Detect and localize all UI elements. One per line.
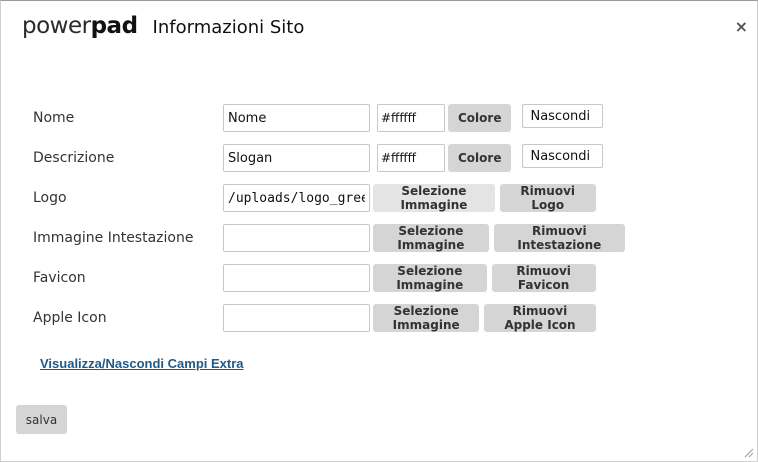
field-label-header-image: Immagine Intestazione bbox=[33, 230, 194, 246]
header-image-select-button[interactable]: Selezione Immagine bbox=[373, 224, 489, 252]
header-image-remove-button[interactable]: Rimuovi Intestazione bbox=[493, 224, 625, 252]
apple-icon-path-input[interactable] bbox=[223, 304, 370, 332]
field-row-descrizione: Descrizione Colore Nascondi bbox=[33, 143, 604, 183]
nome-input[interactable] bbox=[223, 104, 370, 132]
nome-hide-toggle[interactable]: Nascondi bbox=[522, 104, 604, 128]
field-controls-apple-icon: Selezione Immagine Rimuovi Apple Icon bbox=[223, 303, 596, 333]
logo-path-input[interactable] bbox=[223, 184, 370, 212]
dialog-title: Informazioni Sito bbox=[152, 17, 305, 38]
brand-logo-power: power bbox=[22, 13, 91, 39]
logo-remove-button[interactable]: Rimuovi Logo bbox=[499, 184, 596, 212]
favicon-path-input[interactable] bbox=[223, 264, 370, 292]
field-row-favicon: Favicon Selezione Immagine Rimuovi Favic… bbox=[33, 263, 596, 303]
toggle-extra-fields-link[interactable]: Visualizza/Nascondi Campi Extra bbox=[40, 356, 244, 371]
favicon-select-button[interactable]: Selezione Immagine bbox=[373, 264, 487, 292]
field-label-descrizione: Descrizione bbox=[33, 150, 115, 166]
favicon-remove-button[interactable]: Rimuovi Favicon bbox=[491, 264, 596, 292]
field-row-apple-icon: Apple Icon Selezione Immagine Rimuovi Ap… bbox=[33, 303, 596, 343]
field-controls-descrizione: Colore Nascondi bbox=[223, 143, 604, 173]
site-info-dialog: powerpad Informazioni Sito × Nome Colore… bbox=[0, 0, 758, 462]
logo-select-image-button[interactable]: Selezione Immagine bbox=[373, 184, 495, 212]
descrizione-color-input[interactable] bbox=[377, 144, 445, 172]
header-image-path-input[interactable] bbox=[223, 224, 370, 252]
field-label-favicon: Favicon bbox=[33, 270, 86, 286]
dialog-header: power pad Informazioni Sito bbox=[22, 13, 304, 43]
close-icon[interactable]: × bbox=[735, 19, 748, 35]
save-button[interactable]: salva bbox=[16, 405, 67, 434]
resize-grip-icon[interactable] bbox=[744, 448, 754, 458]
field-controls-logo: Selezione Immagine Rimuovi Logo bbox=[223, 183, 596, 213]
field-controls-header-image: Selezione Immagine Rimuovi Intestazione bbox=[223, 223, 625, 253]
nome-color-button[interactable]: Colore bbox=[448, 104, 512, 132]
field-row-header-image: Immagine Intestazione Selezione Immagine… bbox=[33, 223, 625, 263]
apple-icon-remove-button[interactable]: Rimuovi Apple Icon bbox=[484, 304, 596, 332]
descrizione-input[interactable] bbox=[223, 144, 370, 172]
field-row-nome: Nome Colore Nascondi bbox=[33, 103, 604, 143]
field-controls-nome: Colore Nascondi bbox=[223, 103, 604, 133]
field-row-logo: Logo Selezione Immagine Rimuovi Logo bbox=[33, 183, 596, 223]
apple-icon-select-button[interactable]: Selezione Immagine bbox=[373, 304, 480, 332]
field-controls-favicon: Selezione Immagine Rimuovi Favicon bbox=[223, 263, 596, 293]
field-label-apple-icon: Apple Icon bbox=[33, 310, 107, 326]
brand-logo-pad: pad bbox=[90, 13, 138, 39]
nome-color-input[interactable] bbox=[377, 104, 445, 132]
descrizione-color-button[interactable]: Colore bbox=[448, 144, 512, 172]
site-info-form: Nome Colore Nascondi Descrizione Colore … bbox=[33, 103, 625, 343]
field-label-logo: Logo bbox=[33, 190, 67, 206]
field-label-nome: Nome bbox=[33, 110, 75, 126]
descrizione-hide-toggle[interactable]: Nascondi bbox=[522, 144, 604, 168]
